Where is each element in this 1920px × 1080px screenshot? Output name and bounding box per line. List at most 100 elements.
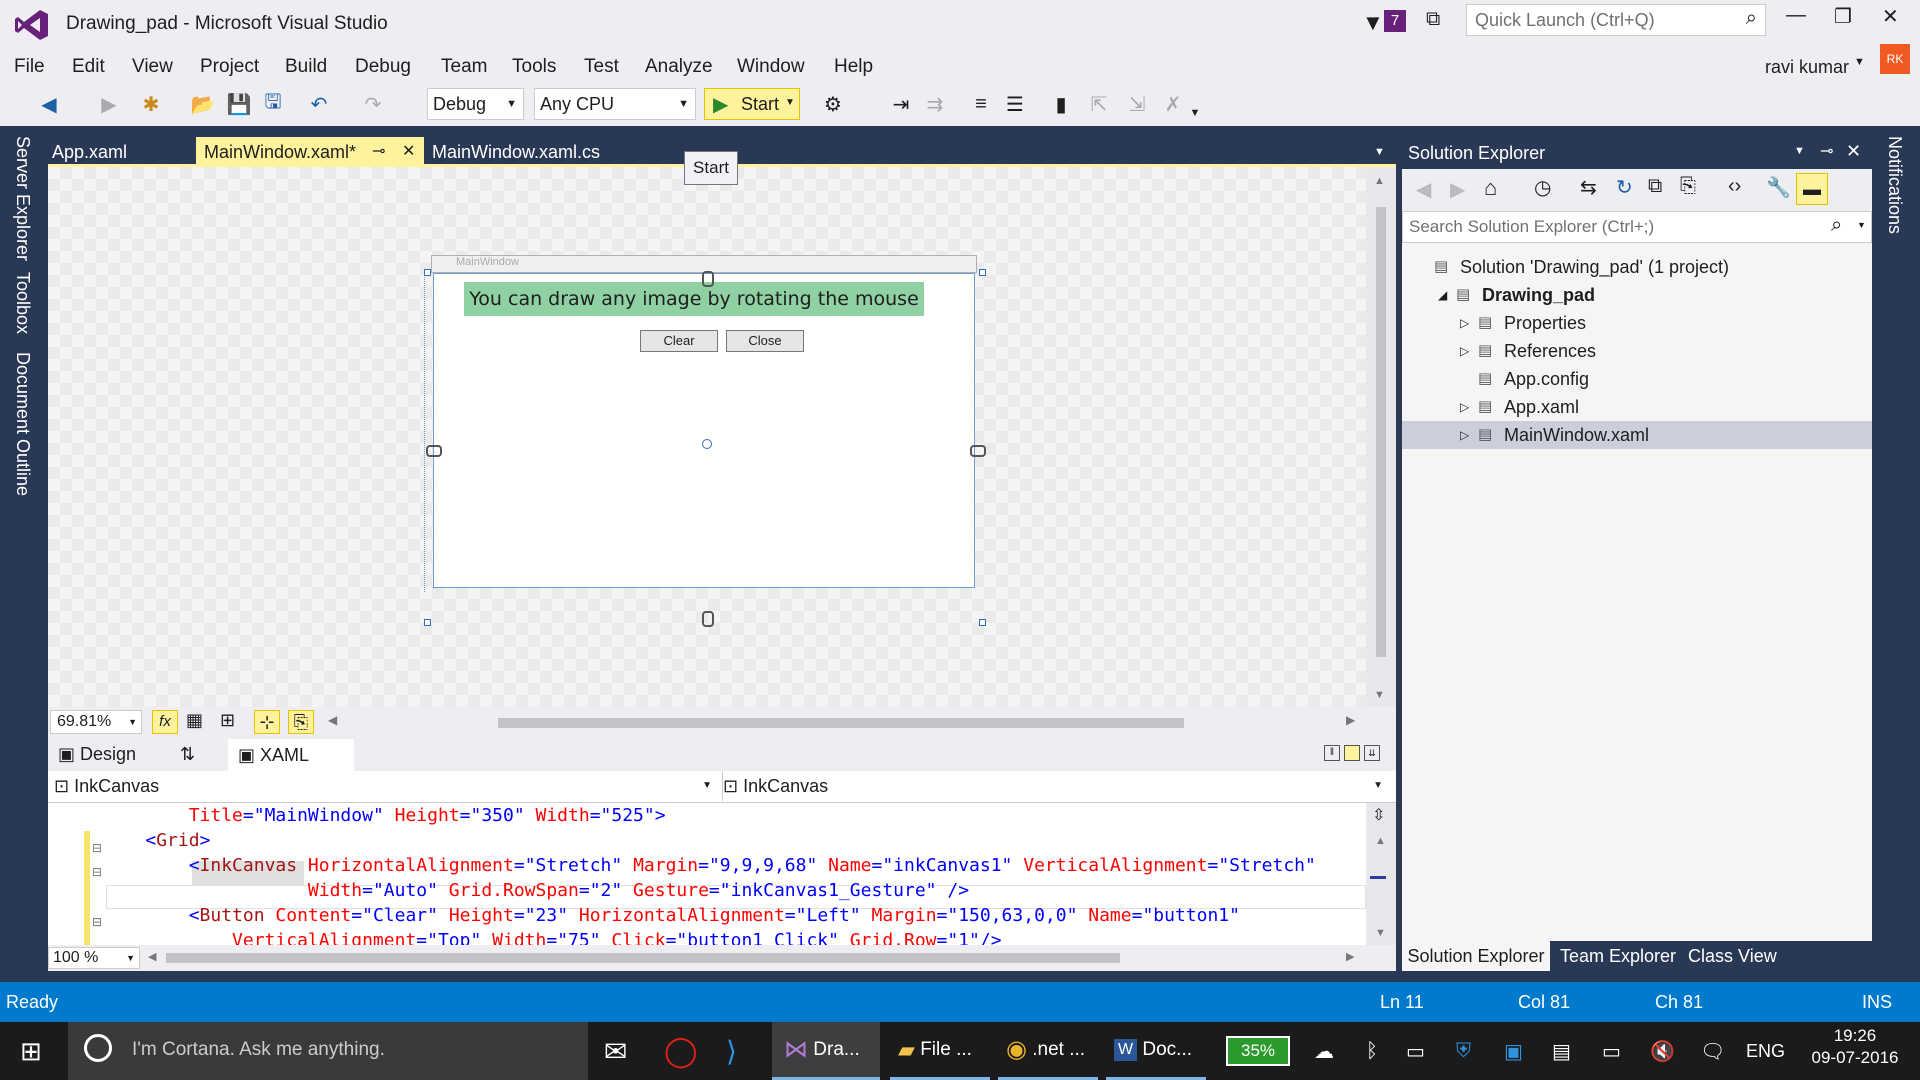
action-center-icon[interactable]: 🗨 <box>1700 1022 1725 1080</box>
navigate-forward-icon[interactable]: ▶ <box>96 91 122 117</box>
margin-link-icon[interactable] <box>426 445 442 457</box>
minimize-button[interactable]: — <box>1786 4 1806 27</box>
feedback-icon[interactable]: ⧉ <box>1426 8 1440 31</box>
close-button[interactable]: Close <box>726 330 804 352</box>
step-icon[interactable]: ⇥ <box>888 91 914 117</box>
cortana-search-box[interactable]: I'm Cortana. Ask me anything. <box>68 1022 588 1080</box>
save-icon[interactable]: 💾 <box>226 91 252 117</box>
notifications-tab[interactable]: Notifications <box>1884 136 1905 234</box>
pin-icon[interactable]: ⊸ <box>1820 141 1833 161</box>
menu-window[interactable]: Window <box>737 52 805 82</box>
language-indicator[interactable]: ENG <box>1746 1022 1785 1080</box>
editor-vertical-scrollbar[interactable]: ⇳ ▲ ▼ <box>1366 803 1396 945</box>
vertical-split-icon[interactable]: ‖ <box>1324 745 1340 761</box>
collapse-all-icon[interactable]: ⧉ <box>1648 175 1662 198</box>
tab-list-dropdown-icon[interactable]: ▼ <box>1374 146 1385 158</box>
menu-debug[interactable]: Debug <box>355 52 411 82</box>
tab-class-view[interactable]: Class View <box>1688 941 1777 971</box>
zoom-select[interactable]: 69.81% ▼ <box>50 710 142 734</box>
project-code-icon[interactable]: ⎘ <box>288 710 314 734</box>
taskbar-app-chrome[interactable]: ◉ .net ... <box>998 1022 1098 1080</box>
onedrive-icon[interactable]: ☁ <box>1314 1022 1334 1080</box>
tree-expander-icon[interactable]: ▷ <box>1460 421 1469 449</box>
pending-changes-icon[interactable]: ◷ <box>1534 175 1551 200</box>
power-icon[interactable]: ▭ <box>1602 1022 1621 1080</box>
start-debugging-button[interactable]: ▶ Start ▼ <box>704 88 800 120</box>
tree-item[interactable]: ▷ ▤ Properties <box>1402 309 1872 337</box>
horizontal-scroll-thumb[interactable] <box>498 718 1184 728</box>
chevron-down-icon[interactable]: ▼ <box>785 97 795 108</box>
properties-wrench-icon[interactable]: 🔧 <box>1766 175 1791 200</box>
taskbar-app-visual-studio[interactable]: ⋈ Dra... <box>772 1022 880 1080</box>
quick-launch-box[interactable]: Quick Launch (Ctrl+Q) ⌕ <box>1466 4 1766 36</box>
scroll-up-icon[interactable]: ▲ <box>1374 175 1385 187</box>
battery-indicator[interactable]: 35% <box>1226 1036 1290 1066</box>
swap-panes-icon[interactable]: ⇅ <box>180 739 195 769</box>
element-selector-right[interactable]: ⊡ InkCanvas ▼ <box>722 771 1389 801</box>
collapse-inkcanvas-icon[interactable]: ⊟ <box>92 865 102 879</box>
filter-icon[interactable]: ▼ <box>1362 10 1384 36</box>
tree-item[interactable]: ▷ ▤ MainWindow.xaml <box>1402 421 1872 449</box>
scroll-right-icon[interactable]: ▶ <box>1346 713 1355 727</box>
toolbar-overflow-icon[interactable]: ▼ <box>1182 100 1208 126</box>
margin-link-icon[interactable] <box>970 445 986 457</box>
restore-button[interactable]: ❐ <box>1834 4 1852 29</box>
tree-item[interactable]: ▷ ▤ References <box>1402 337 1872 365</box>
taskbar-app-word[interactable]: W Doc... <box>1106 1022 1206 1080</box>
mail-icon[interactable]: ✉ <box>604 1022 627 1080</box>
bookmark-icon[interactable]: ▮ <box>1048 91 1074 117</box>
menu-analyze[interactable]: Analyze <box>645 52 713 82</box>
grid-toggle-icon[interactable]: ▦ <box>186 710 203 731</box>
tree-item[interactable]: ▤ App.config <box>1402 365 1872 393</box>
tab-mainwindow-xaml[interactable]: MainWindow.xaml* ⊸ ✕ <box>196 137 424 167</box>
refresh-icon[interactable]: ↻ <box>1616 175 1633 200</box>
toolbox-tab[interactable]: Toolbox <box>12 272 33 334</box>
snap-grid-icon[interactable]: ⊞ <box>220 710 235 731</box>
chevron-down-icon[interactable]: ▼ <box>1857 220 1866 230</box>
network-icon[interactable]: ▭ <box>1406 1022 1425 1080</box>
tree-item[interactable]: ◢ ▤ Drawing_pad <box>1402 281 1872 309</box>
editor-zoom-select[interactable]: 100 % ▼ <box>48 947 140 969</box>
bluetooth-icon[interactable]: ᛒ <box>1366 1022 1378 1080</box>
resize-handle[interactable] <box>424 269 431 276</box>
tab-app-xaml[interactable]: App.xaml <box>44 137 194 167</box>
tree-item[interactable]: ▷ ▤ App.xaml <box>1402 393 1872 421</box>
close-window-button[interactable]: ✕ <box>1882 4 1899 29</box>
menu-tools[interactable]: Tools <box>512 52 556 82</box>
redo-icon[interactable]: ↷ <box>360 91 386 117</box>
back-icon[interactable]: ◀ <box>1416 177 1431 202</box>
resize-handle[interactable] <box>424 619 431 626</box>
forward-icon[interactable]: ▶ <box>1450 177 1465 202</box>
tray-app-icon[interactable]: ▣ <box>1504 1022 1523 1080</box>
center-point-handle[interactable] <box>702 439 712 449</box>
uncomment-icon[interactable]: ☰ <box>1002 91 1028 117</box>
avatar[interactable]: RK <box>1880 44 1910 74</box>
defender-icon[interactable]: ⛨ <box>1456 1022 1471 1080</box>
tab-mainwindow-xaml-cs[interactable]: MainWindow.xaml.cs <box>424 137 664 167</box>
server-explorer-tab[interactable]: Server Explorer <box>12 136 33 261</box>
menu-build[interactable]: Build <box>285 52 327 82</box>
tab-team-explorer[interactable]: Team Explorer <box>1560 941 1676 971</box>
opera-icon[interactable]: ◯ <box>664 1022 698 1080</box>
scroll-right-icon[interactable]: ▶ <box>1346 950 1354 963</box>
document-outline-tab[interactable]: Document Outline <box>12 352 33 496</box>
windows-start-icon[interactable]: ⊞ <box>20 1022 42 1080</box>
xaml-tab[interactable]: ▣ XAML <box>228 739 354 771</box>
save-all-icon[interactable]: 🖫 <box>260 91 286 117</box>
solution-config-select[interactable]: Debug ▼ <box>427 88 524 120</box>
tray-monitor-icon[interactable]: ▤ <box>1552 1022 1571 1080</box>
next-bookmark-icon[interactable]: ⇲ <box>1124 91 1150 117</box>
tree-expander-icon[interactable]: ▷ <box>1460 337 1469 365</box>
element-selector-left[interactable]: ⊡ InkCanvas ▼ <box>54 771 718 801</box>
volume-muted-icon[interactable]: 🔇 <box>1650 1022 1675 1080</box>
menu-help[interactable]: Help <box>834 52 873 82</box>
new-project-icon[interactable]: ✱ <box>138 91 164 117</box>
window-position-icon[interactable]: ▼ <box>1794 145 1805 157</box>
tree-expander-icon[interactable]: ▷ <box>1460 309 1469 337</box>
pin-icon[interactable]: ⊸ <box>372 137 385 167</box>
user-name[interactable]: ravi kumar <box>1765 52 1849 82</box>
solution-platform-select[interactable]: Any CPU ▼ <box>534 88 696 120</box>
split-editor-icon[interactable]: ⇳ <box>1372 805 1385 825</box>
solution-search-box[interactable]: Search Solution Explorer (Ctrl+;) ⌕ ▼ <box>1402 211 1872 243</box>
home-icon[interactable]: ⌂ <box>1484 175 1497 201</box>
